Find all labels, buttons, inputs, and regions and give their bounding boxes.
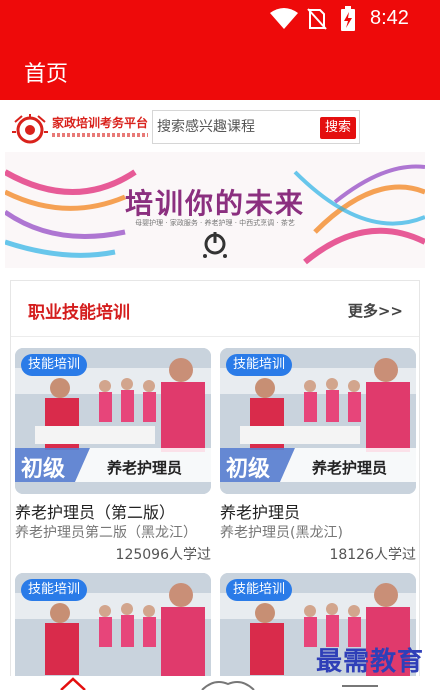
learner-count: 18126人学过 [329, 547, 416, 563]
no-sim-icon [307, 8, 327, 30]
promo-banner[interactable]: 培训你的未来 母婴护理 · 家政服务 · 养老护理 · 中西式烹调 · 茶艺 [5, 152, 425, 268]
banner-title: 培训你的未来 [124, 187, 305, 220]
battery-charging-icon [341, 6, 355, 31]
banner-subtitle: 母婴护理 · 家政服务 · 养老护理 · 中西式烹调 · 茶艺 [135, 219, 295, 227]
profile-nav-icon[interactable] [338, 676, 382, 690]
search-button[interactable]: 搜索 [320, 117, 356, 139]
course-image-label: 养老护理员 [107, 459, 183, 477]
search-input[interactable] [157, 111, 317, 143]
section-title: 职业技能培训 [28, 303, 130, 323]
course-thumbnail: 技能培训 初级 养老护理员 [220, 348, 416, 494]
app-bar: 首页 [0, 38, 440, 100]
logo-emblem-icon [12, 114, 48, 144]
search-row: 家政培训考务平台 搜索 [0, 102, 440, 152]
logo-subline [52, 133, 148, 137]
wifi-icon [270, 8, 298, 29]
power-icon [203, 232, 227, 258]
learner-count: 125096人学过 [115, 547, 211, 563]
course-tag: 技能培训 [21, 354, 88, 376]
courses-nav-icon[interactable] [200, 676, 256, 690]
course-tag: 技能培训 [226, 354, 293, 376]
status-bar: 8:42 [0, 0, 440, 38]
level-label: 初级 [21, 457, 66, 482]
course-description: 养老护理员第二版（黑龙江） [15, 525, 197, 541]
course-thumbnail: 技能培训 [15, 573, 211, 690]
course-thumbnail: 技能培训 初级 养老护理员 [15, 348, 211, 494]
more-link[interactable]: 更多>> [348, 300, 403, 321]
page-title: 首页 [24, 62, 69, 87]
watermark: 最需教育 [316, 647, 425, 677]
search-box: 搜索 [152, 110, 360, 144]
skill-training-section: 职业技能培训 更多>> 技能培训 初级 养老护理员 养老护理员（第二版） 养老护… [10, 280, 420, 690]
home-nav-icon[interactable] [58, 676, 88, 690]
section-divider [11, 336, 419, 337]
platform-logo: 家政培训考务平台 [12, 110, 149, 148]
course-image-label: 养老护理员 [312, 459, 388, 477]
course-title: 养老护理员（第二版） [15, 503, 176, 522]
course-title: 养老护理员 [220, 503, 301, 522]
course-tag: 技能培训 [21, 579, 88, 601]
level-label: 初级 [226, 457, 271, 482]
status-time: 8:42 [370, 7, 409, 29]
logo-text: 家政培训考务平台 [52, 116, 149, 130]
bottom-navigation [0, 676, 440, 690]
course-description: 养老护理员(黑龙江) [220, 525, 343, 541]
course-tag: 技能培训 [226, 579, 293, 601]
